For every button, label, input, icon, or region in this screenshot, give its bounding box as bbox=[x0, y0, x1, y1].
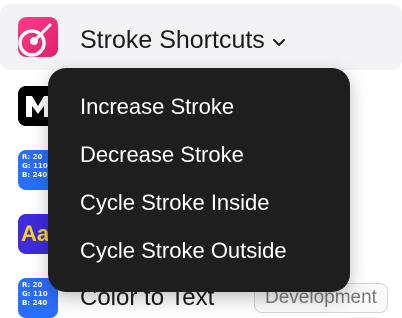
commands-menu: Increase Stroke Decrease Stroke Cycle St… bbox=[48, 68, 350, 292]
plugin-title-dropdown[interactable]: Stroke Shortcuts bbox=[80, 26, 285, 55]
menu-item-increase-stroke[interactable]: Increase Stroke bbox=[80, 94, 234, 120]
menu-item-cycle-stroke-inside[interactable]: Cycle Stroke Inside bbox=[80, 190, 270, 216]
menu-item-cycle-stroke-outside[interactable]: Cycle Stroke Outside bbox=[80, 238, 287, 264]
aa-glyph-text: Aa bbox=[21, 221, 50, 246]
rgb-b-text: B: 240 bbox=[22, 299, 48, 307]
menu-item-decrease-stroke[interactable]: Decrease Stroke bbox=[80, 142, 244, 168]
plugin-header-row[interactable]: Stroke Shortcuts bbox=[0, 4, 402, 70]
stroke-plugin-icon bbox=[18, 17, 58, 57]
chevron-down-icon bbox=[272, 34, 285, 52]
plugin-title: Stroke Shortcuts bbox=[80, 26, 265, 54]
rgb-g-text: G: 110 bbox=[22, 290, 48, 298]
